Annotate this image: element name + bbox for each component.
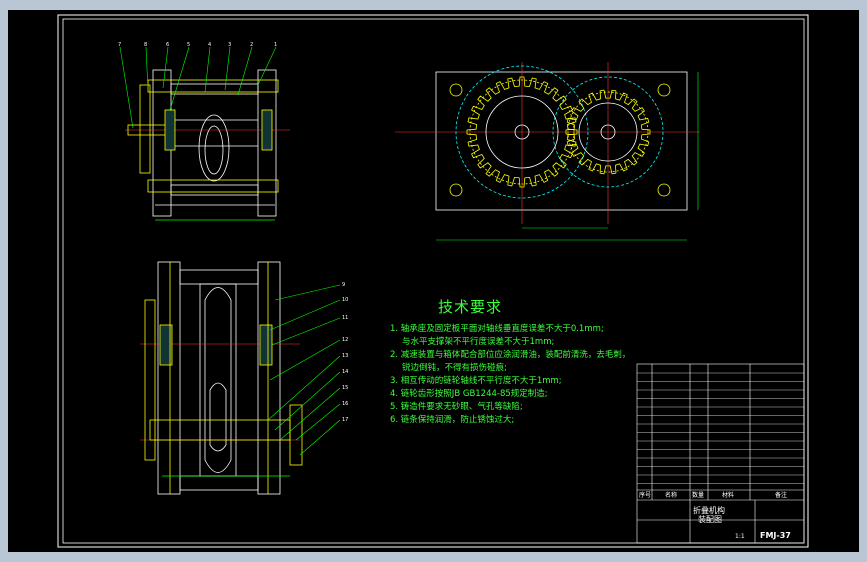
svg-text:1:1: 1:1: [735, 533, 745, 540]
svg-text:11: 11: [342, 315, 348, 321]
svg-text:3: 3: [228, 42, 231, 48]
svg-text:数量: 数量: [692, 491, 704, 499]
technical-requirements: 技术要求 1. 轴承座及固定板平面对轴线垂直度误差不大于0.1mm; 与水平支撑…: [390, 300, 631, 427]
svg-text:材料: 材料: [722, 491, 734, 499]
svg-text:6: 6: [166, 42, 169, 48]
svg-text:16: 16: [342, 401, 348, 407]
svg-text:15: 15: [342, 385, 348, 391]
svg-text:4: 4: [208, 42, 211, 48]
svg-text:折叠机构: 折叠机构: [693, 505, 725, 515]
req-line: 3. 相互传动的链轮轴线不平行度不大于1mm;: [390, 376, 562, 386]
svg-text:备注: 备注: [775, 491, 787, 499]
svg-text:10: 10: [342, 297, 348, 303]
req-line: 2. 减速装置与箱体配合部位应涂润滑油，装配前清洗，去毛刺，: [390, 350, 631, 360]
svg-text:13: 13: [342, 353, 348, 359]
req-line: 6. 链条保持润滑，防止锈蚀过大;: [390, 415, 515, 425]
svg-text:17: 17: [342, 417, 348, 423]
requirements-title: 技术要求: [438, 298, 503, 316]
drawing-canvas: 7 8 6 5 4 3 2 1 9 10 11 12 13 14 15 16 1…: [0, 0, 867, 562]
svg-text:5: 5: [187, 42, 190, 48]
cad-viewport[interactable]: 7 8 6 5 4 3 2 1 9 10 11 12 13 14 15 16 1…: [0, 0, 867, 562]
svg-text:12: 12: [342, 337, 348, 343]
req-line: 与水平支撑架不平行度误差不大于1mm;: [402, 337, 555, 347]
req-line: 5. 铸造件要求无砂眼、气孔等缺陷;: [390, 402, 523, 412]
svg-text:14: 14: [342, 369, 348, 375]
req-line: 锐边倒钝，不得有损伤碰痕;: [402, 363, 507, 373]
svg-text:1: 1: [274, 42, 277, 48]
req-line: 4. 链轮齿形按照JB GB1244-85规定制造;: [390, 389, 548, 399]
svg-text:装配图: 装配图: [698, 514, 722, 524]
svg-text:7: 7: [118, 42, 121, 48]
svg-text:序号: 序号: [639, 491, 651, 499]
svg-text:8: 8: [144, 42, 147, 48]
svg-text:FMJ-37: FMJ-37: [760, 531, 791, 540]
req-line: 1. 轴承座及固定板平面对轴线垂直度误差不大于0.1mm;: [390, 324, 604, 334]
svg-text:名称: 名称: [665, 491, 677, 499]
svg-text:9: 9: [342, 282, 345, 288]
svg-text:2: 2: [250, 42, 253, 48]
